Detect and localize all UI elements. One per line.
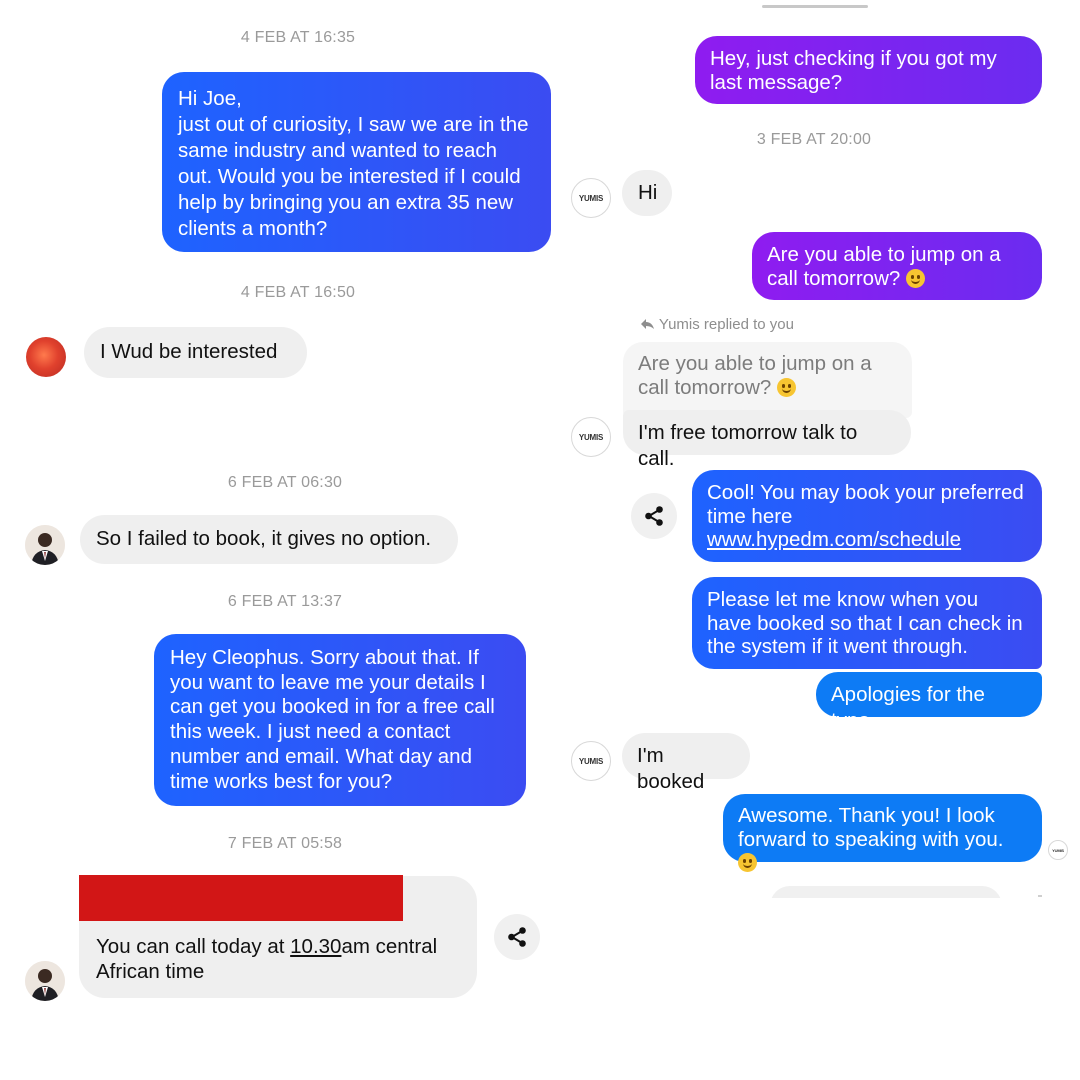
business-avatar[interactable]: YUMIS bbox=[571, 417, 611, 457]
share-icon bbox=[508, 927, 526, 947]
timestamp: 7 FEB AT 05:58 bbox=[227, 835, 343, 852]
timestamp: 4 FEB AT 16:35 bbox=[240, 29, 356, 46]
logo-text: YUMIS bbox=[1052, 847, 1064, 853]
business-avatar[interactable]: YUMIS bbox=[571, 178, 611, 218]
reply-label: Yumis replied to you bbox=[658, 316, 794, 333]
cropped-bubble-edge bbox=[770, 886, 1002, 898]
smiley-emoji-icon bbox=[777, 377, 796, 397]
reply-indicator: Yumis replied to you bbox=[640, 316, 794, 333]
timestamp: 6 FEB AT 13:37 bbox=[227, 593, 343, 610]
received-message[interactable]: I Wud be interested bbox=[84, 327, 307, 378]
share-button[interactable] bbox=[494, 914, 540, 960]
read-receipt-avatar: YUMIS bbox=[1048, 840, 1068, 860]
contact-avatar[interactable] bbox=[25, 525, 65, 565]
share-button[interactable] bbox=[631, 493, 677, 539]
message-time-link[interactable]: 10.30 bbox=[290, 935, 341, 958]
redaction-bar bbox=[79, 875, 403, 921]
timestamp: 6 FEB AT 06:30 bbox=[227, 474, 343, 491]
received-message[interactable]: So I failed to book, it gives no option. bbox=[80, 515, 458, 564]
smiley-emoji-icon bbox=[738, 853, 757, 872]
contact-avatar[interactable] bbox=[26, 337, 66, 377]
cropped-timestamp bbox=[762, 0, 868, 10]
sent-message[interactable]: Are you able to jump on a call tomorrow? bbox=[752, 232, 1042, 300]
person-photo-icon bbox=[25, 961, 65, 1001]
logo-text: YUMIS bbox=[578, 756, 604, 766]
sent-message[interactable]: Awesome. Thank you! I look forward to sp… bbox=[723, 794, 1042, 872]
schedule-link[interactable]: www.hypedm.com/schedule bbox=[707, 528, 961, 551]
sent-message[interactable]: Hey, just checking if you got my last me… bbox=[695, 36, 1042, 104]
received-message[interactable]: Hi bbox=[622, 170, 672, 216]
quoted-message[interactable]: Are you able to jump on a call tomorrow? bbox=[623, 342, 912, 418]
business-avatar[interactable]: YUMIS bbox=[571, 741, 611, 781]
message-text: You can call today at bbox=[96, 935, 291, 958]
quoted-text: Are you able to jump on a call tomorrow? bbox=[638, 352, 872, 399]
sent-message[interactable]: Please let me know when you have booked … bbox=[692, 577, 1042, 669]
reply-arrow-icon bbox=[641, 319, 654, 329]
message-text: Are you able to jump on a call tomorrow? bbox=[767, 243, 1001, 290]
sent-message[interactable]: Apologies for the typo bbox=[816, 672, 1042, 732]
logo-text: YUMIS bbox=[578, 432, 604, 442]
sent-message[interactable]: Hey Cleophus. Sorry about that. If you w… bbox=[154, 634, 526, 806]
contact-avatar[interactable] bbox=[25, 961, 65, 1001]
logo-text: YUMIS bbox=[578, 193, 604, 203]
cropped-edge-mark bbox=[1038, 895, 1042, 897]
received-message[interactable]: I'm booked bbox=[622, 733, 750, 793]
timestamp: 4 FEB AT 16:50 bbox=[240, 284, 356, 301]
person-photo-icon bbox=[25, 525, 65, 565]
received-message[interactable]: I'm free tomorrow talk to call. bbox=[623, 410, 911, 470]
share-icon bbox=[645, 506, 663, 526]
message-text: Cool! You may book your preferred time h… bbox=[707, 481, 1024, 528]
smiley-emoji-icon bbox=[906, 269, 925, 288]
sent-message[interactable]: Cool! You may book your preferred time h… bbox=[692, 470, 1042, 562]
sent-message[interactable]: Hi Joe, just out of curiosity, I saw we … bbox=[162, 72, 551, 252]
timestamp: 3 FEB AT 20:00 bbox=[756, 131, 872, 148]
message-text: Awesome. Thank you! I look forward to sp… bbox=[738, 804, 1004, 851]
